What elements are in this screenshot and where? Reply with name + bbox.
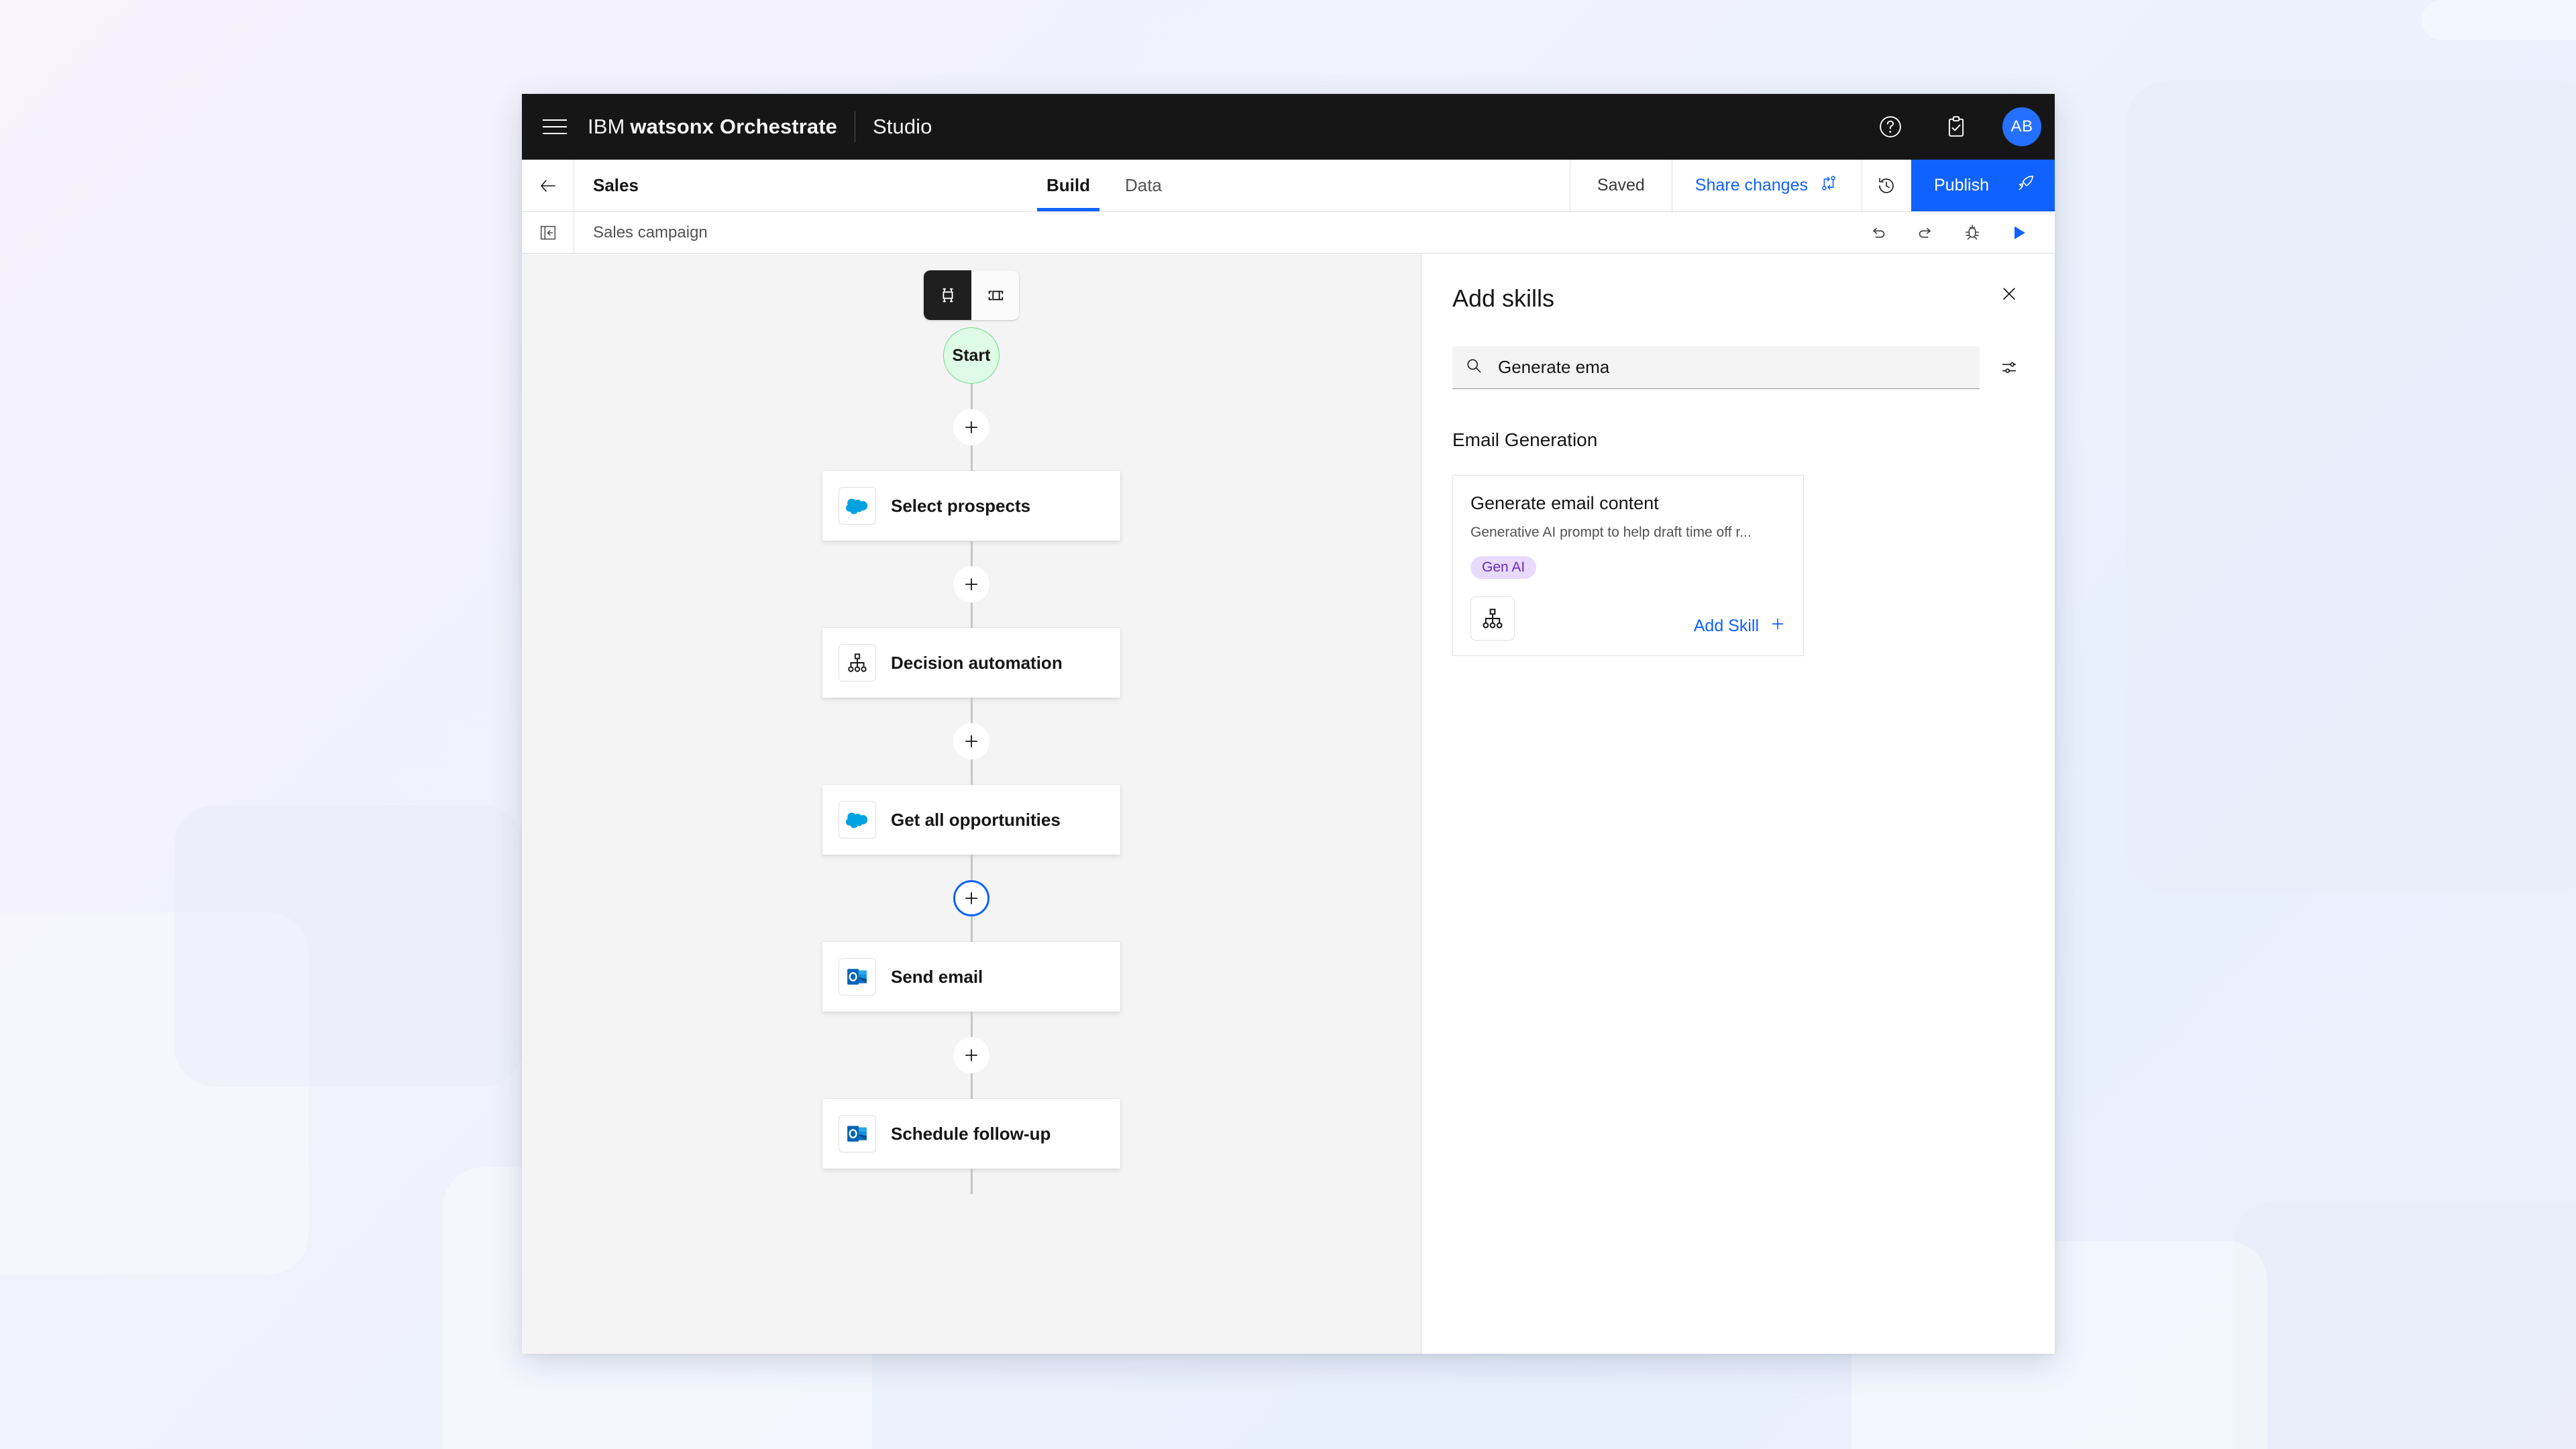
skills-search-row	[1452, 346, 2024, 389]
publish-label: Publish	[1933, 176, 1989, 195]
add-node-button[interactable]	[953, 409, 989, 445]
add-node-button[interactable]	[953, 566, 989, 602]
node-label: Get all opportunities	[891, 809, 1061, 830]
add-skills-panel: Add skills Generate ema Email Generation…	[1421, 254, 2055, 1354]
node-start-label: Start	[952, 345, 991, 365]
bg-shape	[2422, 0, 2576, 40]
search-icon	[1464, 356, 1483, 378]
edge	[970, 1169, 973, 1194]
edge	[970, 445, 973, 471]
status-badge: Gen AI	[1470, 556, 1537, 580]
workspace: Start Select prospects Decision automati…	[522, 254, 2055, 1354]
side-panel-close-icon[interactable]	[522, 212, 574, 253]
undo-icon[interactable]	[1858, 212, 1899, 254]
add-node-button[interactable]	[953, 1037, 989, 1073]
flow-header-bar: Sales Build Data Saved Share changes Pub…	[522, 160, 2055, 212]
flow-toolbar: Sales campaign	[522, 212, 2055, 254]
avatar-initials: AB	[2002, 107, 2041, 146]
node-decision-automation[interactable]: Decision automation	[822, 628, 1120, 698]
node-start[interactable]: Start	[943, 327, 1000, 384]
share-changes-label: Share changes	[1695, 176, 1808, 195]
outlook-icon	[839, 1115, 876, 1152]
bg-shape	[174, 805, 523, 1087]
bg-shape	[2234, 1201, 2576, 1449]
plus-icon	[1770, 616, 1786, 637]
filter-settings-icon[interactable]	[1994, 353, 2024, 382]
edge	[970, 602, 973, 628]
node-get-all-opportunities[interactable]: Get all opportunities	[822, 785, 1120, 855]
app-window: IBM watsonx Orchestrate Studio AB Sales …	[522, 94, 2055, 1354]
publish-button[interactable]: Publish	[1911, 160, 2055, 211]
bg-shape	[2127, 80, 2576, 892]
hamburger-menu-icon[interactable]	[522, 94, 588, 160]
help-circle-icon[interactable]	[1858, 94, 1923, 160]
layout-view-toggle	[924, 270, 1019, 320]
share-changes-button[interactable]: Share changes	[1671, 160, 1862, 211]
close-x-icon[interactable]	[1994, 279, 2024, 309]
rocket-icon	[2016, 173, 2036, 198]
edge	[970, 541, 973, 566]
redo-icon[interactable]	[1904, 212, 1946, 254]
branch-merge-icon	[1819, 173, 1839, 198]
search-input[interactable]	[1498, 346, 1968, 388]
clipboard-check-icon[interactable]	[1923, 94, 1989, 160]
layout-horizontal-icon[interactable]	[971, 270, 1019, 320]
add-node-button-selected[interactable]	[953, 880, 989, 916]
skill-card[interactable]: Generate email content Generative AI pro…	[1452, 475, 1804, 657]
node-label: Select prospects	[891, 495, 1031, 516]
arrow-left-icon[interactable]	[522, 160, 574, 211]
brand-product-label: watsonx Orchestrate	[630, 115, 837, 138]
topbar-actions: AB	[1858, 94, 2055, 160]
decision-tree-icon	[839, 644, 876, 682]
node-label: Decision automation	[891, 652, 1063, 673]
node-label: Schedule follow-up	[891, 1123, 1051, 1144]
node-schedule-follow-up[interactable]: Schedule follow-up	[822, 1099, 1120, 1169]
edge	[970, 1012, 973, 1037]
toolbar-actions	[1858, 212, 2055, 253]
flow-tabs: Build Data	[1029, 160, 1179, 211]
add-skill-label: Add Skill	[1693, 616, 1759, 636]
skill-card-footer: Add Skill	[1470, 596, 1786, 641]
avatar[interactable]: AB	[1989, 94, 2055, 160]
top-navigation-bar: IBM watsonx Orchestrate Studio AB	[522, 94, 2055, 160]
tab-build[interactable]: Build	[1029, 160, 1108, 211]
panel-title: Add skills	[1452, 284, 1555, 312]
brand-sub-label: Studio	[873, 115, 932, 138]
decision-tree-icon	[1470, 596, 1515, 641]
flow-header-actions: Saved Share changes Publish	[1569, 160, 2055, 211]
tab-data[interactable]: Data	[1108, 160, 1179, 211]
node-label: Send email	[891, 966, 983, 987]
edge	[970, 1073, 973, 1099]
saved-status-label: Saved	[1569, 160, 1672, 211]
add-node-button[interactable]	[953, 723, 989, 759]
salesforce-icon	[839, 801, 876, 839]
flow-canvas[interactable]: Start Select prospects Decision automati…	[522, 254, 1421, 1354]
skill-card-description: Generative AI prompt to help draft time …	[1470, 525, 1752, 540]
brand-ibm-label: IBM	[588, 115, 625, 138]
outlook-icon	[839, 958, 876, 996]
brand-lockup: IBM watsonx Orchestrate Studio	[588, 94, 932, 160]
edge	[970, 855, 973, 880]
node-send-email[interactable]: Send email	[822, 942, 1120, 1012]
edge	[970, 759, 973, 785]
panel-header: Add skills	[1452, 284, 2024, 313]
salesforce-icon	[839, 487, 876, 525]
flow-graph: Start Select prospects Decision automati…	[522, 327, 1421, 1194]
layout-vertical-icon[interactable]	[924, 270, 971, 320]
edge	[970, 916, 973, 942]
play-triangle-icon[interactable]	[1998, 212, 2040, 254]
bug-icon[interactable]	[1951, 212, 1993, 254]
add-skill-button[interactable]: Add Skill	[1694, 616, 1786, 641]
skills-group-title: Email Generation	[1452, 429, 1598, 450]
edge	[970, 698, 973, 723]
edge	[970, 384, 973, 409]
page-title: Sales	[593, 175, 639, 195]
search-box[interactable]	[1452, 346, 1980, 389]
breadcrumb[interactable]: Sales campaign	[574, 212, 708, 253]
history-clock-icon[interactable]	[1861, 160, 1911, 211]
skill-card-title: Generate email content	[1470, 493, 1659, 513]
node-select-prospects[interactable]: Select prospects	[822, 471, 1120, 541]
